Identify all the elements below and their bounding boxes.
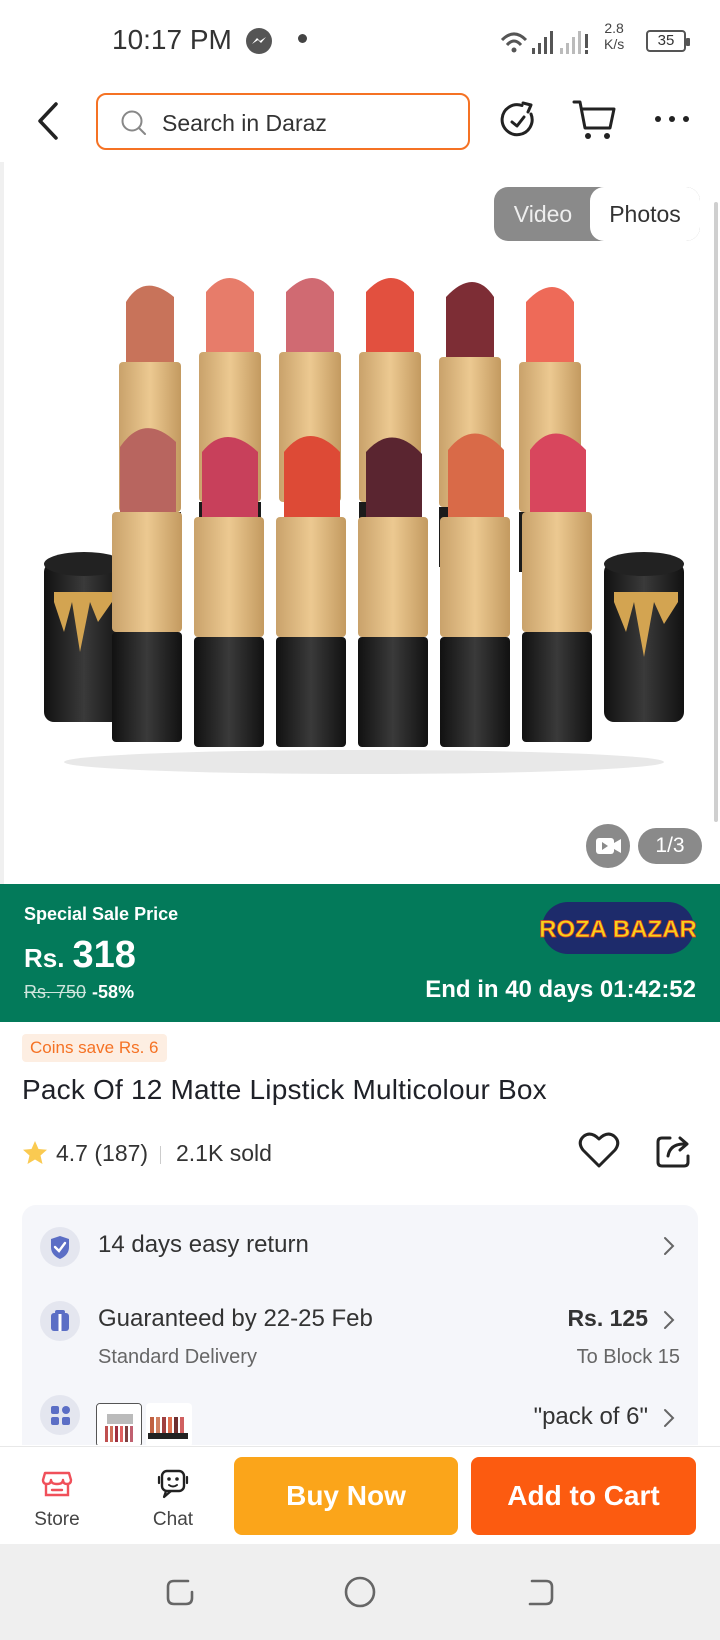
header: Search in Daraz (0, 82, 720, 162)
delivery-box-icon (40, 1301, 80, 1341)
search-icon (121, 110, 146, 135)
store-logo[interactable]: ROZA BAZAR (540, 900, 696, 956)
discount-percent: -58% (92, 982, 135, 1002)
system-navigation-bar (0, 1544, 720, 1640)
product-gallery[interactable]: Video Photos 1/3 (0, 162, 720, 884)
store-label: Store (34, 1509, 80, 1530)
store-button[interactable]: Store (24, 1457, 90, 1537)
back-icon[interactable] (520, 1572, 560, 1612)
battery-level: 35 (657, 32, 675, 49)
variant-thumb-1[interactable] (96, 1403, 142, 1445)
shield-icon (40, 1227, 80, 1267)
star-icon (23, 1141, 47, 1164)
net-speed-value: 2.8 (604, 20, 624, 36)
rating-divider (160, 1146, 161, 1164)
countdown-timer: End in 40 days 01:42:52 (425, 976, 696, 1003)
variant-text: "pack of 6" (533, 1403, 648, 1430)
variant-thumb-2[interactable] (146, 1403, 192, 1445)
status-time: 10:17 PM (112, 24, 232, 55)
delivery-type-text: Standard Delivery (98, 1346, 257, 1368)
sold-count: 2.1K sold (176, 1140, 272, 1166)
search-placeholder: Search in Daraz (162, 110, 327, 136)
battery-icon: 35 (646, 30, 690, 52)
return-policy-text: 14 days easy return (98, 1231, 309, 1258)
product-image[interactable] (34, 272, 694, 792)
media-toggle: Video Photos (494, 187, 700, 241)
price-banner: Special Sale Price Rs. 318 Rs. 750 -58% RO… (0, 884, 720, 1022)
sale-label: Special Sale Price (24, 904, 179, 924)
delivery-location: To Block 15 (576, 1346, 680, 1368)
status-bar: 10:17 PM 2.8 K/s 35 (0, 0, 720, 82)
bottom-action-bar: Store Chat Buy Now Add to Cart (0, 1446, 720, 1544)
network-speed: 2.8 K/s (604, 20, 624, 52)
chevron-right-icon (664, 1311, 675, 1329)
variants-grid-icon (40, 1395, 80, 1435)
more-options-icon[interactable] (652, 104, 692, 134)
search-input[interactable]: Search in Daraz (96, 93, 470, 150)
image-counter: 1/3 (638, 828, 702, 864)
delivery-date-text: Guaranteed by 22-25 Feb (98, 1305, 373, 1332)
product-title: Pack Of 12 Matte Lipstick Multicolour Bo… (22, 1074, 547, 1105)
service-card: 14 days easy return Guaranteed by 22-25 … (22, 1205, 698, 1445)
add-to-cart-button[interactable]: Add to Cart (471, 1457, 696, 1535)
chat-icon (157, 1469, 189, 1499)
chevron-right-icon (664, 1237, 675, 1255)
chat-label: Chat (152, 1509, 194, 1530)
messenger-icon (246, 28, 272, 54)
back-arrow-icon[interactable] (28, 98, 68, 144)
cart-icon[interactable] (572, 98, 618, 142)
price-value: 318 (72, 934, 136, 976)
tab-photos[interactable]: Photos (590, 187, 700, 241)
chat-button[interactable]: Chat (140, 1457, 206, 1537)
refresh-icon[interactable] (498, 100, 538, 140)
share-icon[interactable] (654, 1130, 694, 1170)
notification-dot (298, 34, 307, 43)
store-logo-text: ROZA BAZAR (540, 916, 696, 943)
old-price: Rs. 750 (24, 982, 87, 1002)
store-icon (41, 1471, 73, 1497)
review-count: (187) (94, 1140, 149, 1166)
coins-badge[interactable]: Coins save Rs. 6 (22, 1034, 167, 1062)
gallery-scrollbar (714, 202, 718, 822)
heart-icon[interactable] (578, 1130, 620, 1170)
buy-now-button[interactable]: Buy Now (234, 1457, 458, 1535)
chevron-right-icon (664, 1409, 675, 1427)
rating-text: 4.7 (187) (56, 1140, 148, 1167)
price-row: Rs. 318 (24, 934, 136, 977)
tab-video[interactable]: Video (494, 187, 592, 241)
net-speed-unit: K/s (604, 36, 625, 52)
rating-value: 4.7 (56, 1140, 88, 1166)
price-currency: Rs. (24, 943, 65, 973)
recent-apps-icon[interactable] (160, 1572, 200, 1612)
delivery-fee: Rs. 125 (567, 1305, 648, 1331)
old-price-row: Rs. 750 -58% (24, 982, 134, 1003)
home-icon[interactable] (340, 1572, 380, 1612)
video-camera-icon[interactable] (586, 824, 630, 868)
